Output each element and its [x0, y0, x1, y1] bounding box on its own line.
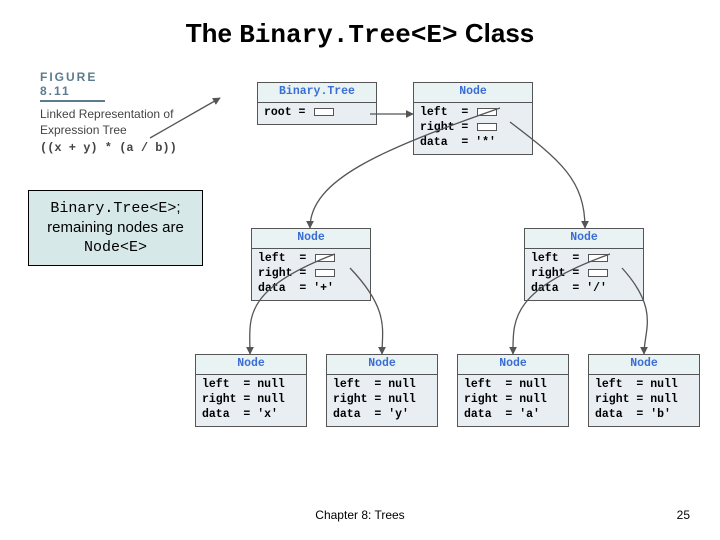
leaf-y-data: data = 'y' — [333, 408, 431, 423]
footer-chapter: Chapter 8: Trees — [0, 508, 720, 522]
page-title: The Binary.Tree<E> Class — [0, 18, 720, 50]
node-mul-header: Node — [414, 83, 532, 103]
title-code: Binary.Tree<E> — [239, 20, 457, 50]
leaf-a-header: Node — [458, 355, 568, 375]
leaf-x-left: left = null — [202, 378, 300, 393]
pointer-box-icon — [588, 269, 608, 277]
node-mul-left: left = — [420, 106, 526, 121]
leaf-b-box: Node left = null right = null data = 'b' — [588, 354, 700, 427]
node-plus-box: Node left = right = data = '+' — [251, 228, 371, 301]
node-mul-data: data = '*' — [420, 136, 526, 151]
binarytree-header: Binary.Tree — [258, 83, 376, 103]
figure-caption: FIGURE 8.11 Linked Representation of Exp… — [40, 70, 210, 155]
node-mul-right: right = — [420, 121, 526, 136]
leaf-b-right: right = null — [595, 393, 693, 408]
title-post: Class — [458, 18, 535, 48]
node-div-data: data = '/' — [531, 282, 637, 297]
node-plus-left: left = — [258, 252, 364, 267]
leaf-a-right: right = null — [464, 393, 562, 408]
leaf-y-left: left = null — [333, 378, 431, 393]
node-div-header: Node — [525, 229, 643, 249]
footer-page-number: 25 — [677, 508, 690, 522]
node-mul-box: Node left = right = data = '*' — [413, 82, 533, 155]
leaf-b-data: data = 'b' — [595, 408, 693, 423]
pointer-box-icon — [588, 254, 608, 262]
pointer-box-icon — [315, 254, 335, 262]
leaf-a-box: Node left = null right = null data = 'a' — [457, 354, 569, 427]
title-pre: The — [186, 18, 239, 48]
leaf-x-data: data = 'x' — [202, 408, 300, 423]
node-plus-data: data = '+' — [258, 282, 364, 297]
figure-number: FIGURE 8.11 — [40, 70, 105, 102]
node-div-right: right = — [531, 267, 637, 282]
leaf-b-left: left = null — [595, 378, 693, 393]
leaf-a-data: data = 'a' — [464, 408, 562, 423]
leaf-x-box: Node left = null right = null data = 'x' — [195, 354, 307, 427]
figure-caption-text: Linked Representation of Expression Tree — [40, 106, 210, 138]
leaf-a-left: left = null — [464, 378, 562, 393]
leaf-x-right: right = null — [202, 393, 300, 408]
leaf-b-header: Node — [589, 355, 699, 375]
leaf-y-header: Node — [327, 355, 437, 375]
node-plus-header: Node — [252, 229, 370, 249]
leaf-y-right: right = null — [333, 393, 431, 408]
annot-line3: Node<E> — [84, 239, 147, 256]
annot-line1-post: ; — [176, 199, 180, 216]
annot-line1-code: Binary.Tree<E> — [50, 200, 176, 217]
leaf-x-header: Node — [196, 355, 306, 375]
pointer-box-icon — [477, 108, 497, 116]
pointer-box-icon — [314, 108, 334, 116]
binarytree-box: Binary.Tree root = — [257, 82, 377, 125]
node-div-box: Node left = right = data = '/' — [524, 228, 644, 301]
pointer-box-icon — [477, 123, 497, 131]
node-div-left: left = — [531, 252, 637, 267]
pointer-box-icon — [315, 269, 335, 277]
leaf-y-box: Node left = null right = null data = 'y' — [326, 354, 438, 427]
annot-line2: remaining nodes are — [47, 219, 184, 236]
node-plus-right: right = — [258, 267, 364, 282]
figure-expression: ((x + y) * (a / b)) — [40, 141, 210, 155]
binarytree-root-field: root = — [264, 106, 334, 119]
annotation-box: Binary.Tree<E>; remaining nodes are Node… — [28, 190, 203, 266]
